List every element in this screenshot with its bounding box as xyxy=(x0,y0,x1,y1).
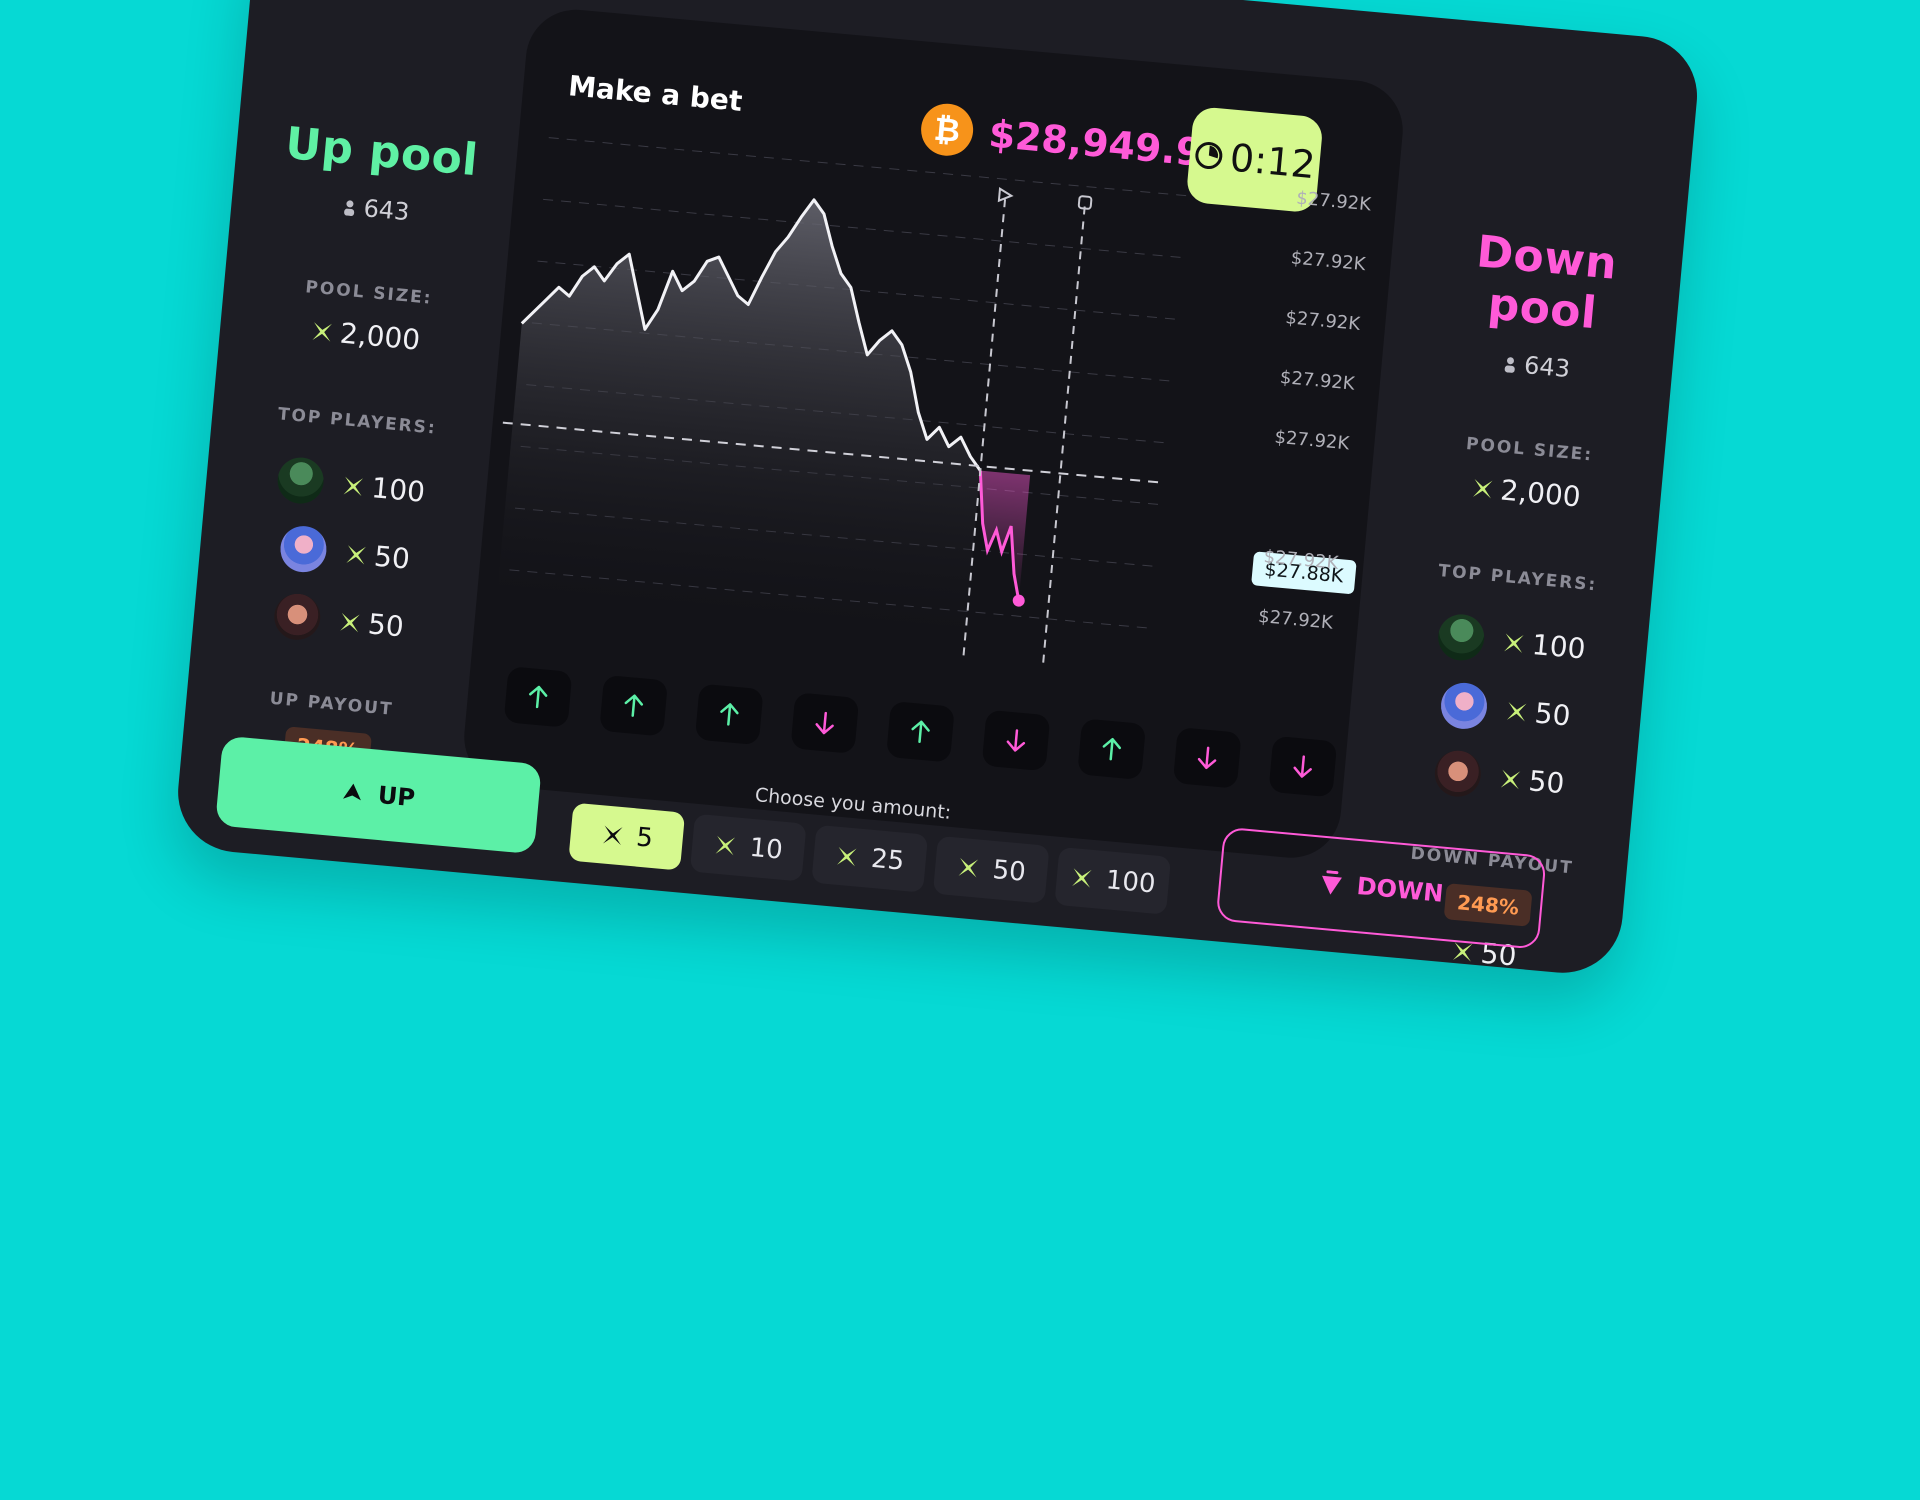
arrow-down-icon xyxy=(1321,870,1342,895)
round-start-marker xyxy=(962,199,1007,658)
token-icon xyxy=(343,476,364,496)
user-icon xyxy=(344,200,355,217)
arrow-down-icon xyxy=(1006,729,1026,752)
token-icon xyxy=(1472,478,1493,499)
token-icon xyxy=(1507,701,1527,722)
result-up xyxy=(1077,718,1147,780)
down-pool-players-count: 643 xyxy=(1411,341,1663,392)
down-top-players-list: 100 50 50 xyxy=(1372,597,1639,823)
amount-option[interactable]: 10 xyxy=(689,813,807,882)
avatar xyxy=(1439,680,1490,731)
timer-icon xyxy=(1195,142,1223,170)
token-icon xyxy=(340,612,360,632)
token-icon xyxy=(1072,868,1092,888)
arrow-down-icon xyxy=(815,711,834,735)
result-down xyxy=(1268,735,1338,798)
token-icon xyxy=(346,544,367,565)
token-icon xyxy=(602,825,623,846)
result-down xyxy=(981,709,1051,772)
token-icon xyxy=(837,846,858,867)
arrow-up-icon xyxy=(528,685,548,709)
token-icon xyxy=(715,835,736,856)
user-icon xyxy=(1504,357,1515,373)
avatar xyxy=(272,591,323,642)
up-top-players-list: 100 50 50 xyxy=(212,440,479,666)
up-pool-players-count: 643 xyxy=(251,184,503,235)
price-chart xyxy=(498,137,1187,665)
avatar xyxy=(1436,612,1487,663)
down-pool-title: Down pool xyxy=(1474,226,1620,340)
up-payout-label: UP PAYOUT xyxy=(268,688,395,720)
down-pool-size-label: POOL SIZE: xyxy=(1465,434,1594,466)
arrow-up-icon xyxy=(720,703,739,726)
result-up xyxy=(503,666,573,728)
avatar xyxy=(278,524,329,575)
result-up xyxy=(694,683,764,746)
up-pool-size-label: POOL SIZE: xyxy=(304,277,434,309)
result-down xyxy=(1172,727,1242,789)
up-pool-size: 2,000 xyxy=(239,308,491,364)
round-end-marker xyxy=(1042,206,1086,665)
live-price-dot xyxy=(1012,594,1025,607)
up-pool-title: Up pool xyxy=(283,117,481,187)
result-up xyxy=(886,700,955,763)
arrow-up-icon xyxy=(911,720,930,743)
down-top-players-label: TOP PLAYERS: xyxy=(1437,561,1599,596)
arrow-down-icon xyxy=(1197,746,1217,770)
amount-option[interactable]: 5 xyxy=(568,802,686,871)
token-icon xyxy=(312,322,332,342)
token-icon xyxy=(1500,769,1521,789)
token-icon xyxy=(1504,632,1524,653)
bitcoin-icon: ₿ xyxy=(918,101,976,158)
arrow-up-icon xyxy=(343,783,362,801)
token-icon xyxy=(958,857,979,878)
down-pool-size: 2,000 xyxy=(1400,464,1652,520)
amount-option[interactable]: 100 xyxy=(1054,846,1172,915)
result-up xyxy=(599,674,669,737)
arrow-up-icon xyxy=(624,694,644,717)
timer-value: 0:12 xyxy=(1228,135,1318,188)
arrow-up-icon xyxy=(1102,737,1122,761)
up-top-players-label: TOP PLAYERS: xyxy=(277,404,438,439)
price-area xyxy=(498,199,981,628)
amount-option[interactable]: 25 xyxy=(811,824,929,893)
avatar xyxy=(275,455,326,506)
result-down xyxy=(790,692,860,754)
amount-option[interactable]: 50 xyxy=(932,835,1050,904)
arrow-down-icon xyxy=(1293,755,1312,778)
avatar xyxy=(1433,748,1484,799)
